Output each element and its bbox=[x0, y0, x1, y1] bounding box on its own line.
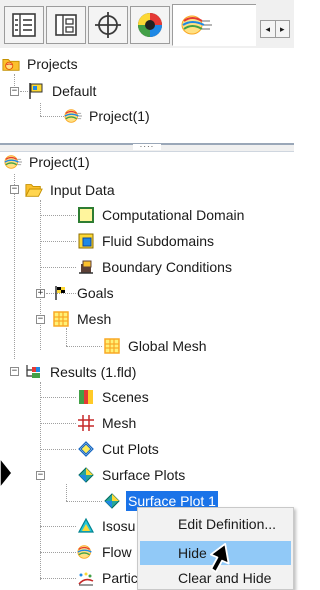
isosurface-icon bbox=[77, 517, 95, 535]
projects-tree: Projects − Default Project(1) bbox=[0, 48, 294, 143]
arrow-cursor-icon bbox=[0, 456, 13, 490]
tree-label: Default bbox=[52, 83, 97, 99]
tree-node-default[interactable]: Default bbox=[27, 79, 98, 103]
tree-label: Global Mesh bbox=[128, 338, 207, 354]
tree-label: Mesh bbox=[77, 311, 112, 327]
tree-node-project-root[interactable]: Project(1) bbox=[4, 150, 92, 174]
tree-node-results-mesh[interactable]: Mesh bbox=[77, 411, 138, 435]
tree-label: Input Data bbox=[50, 182, 115, 198]
tree-label: Boundary Conditions bbox=[102, 259, 232, 275]
tab-scroll-buttons: ◂ ▸ bbox=[260, 20, 290, 38]
tree-node-input-data[interactable]: Input Data bbox=[25, 178, 117, 202]
configuration-flag-icon bbox=[27, 82, 45, 100]
tree-node-computational-domain[interactable]: Computational Domain bbox=[77, 203, 246, 227]
collapse-toggle[interactable]: − bbox=[36, 471, 45, 480]
tree-node-scenes[interactable]: Scenes bbox=[77, 385, 151, 409]
splitter-grip[interactable]: ···· bbox=[133, 143, 161, 151]
tree-label: Mesh bbox=[102, 415, 137, 431]
boundary-conditions-icon bbox=[77, 258, 95, 276]
scenes-icon bbox=[77, 388, 95, 406]
tree-label: Scenes bbox=[102, 389, 149, 405]
goals-flag-icon bbox=[52, 284, 70, 302]
tree-node-cut-plots[interactable]: Cut Plots bbox=[77, 437, 161, 461]
flow-simulation-tab[interactable] bbox=[172, 4, 256, 46]
cut-plot-icon bbox=[77, 440, 95, 458]
configuration-manager-tab[interactable] bbox=[88, 6, 128, 44]
tree-label: Cut Plots bbox=[102, 441, 159, 457]
tree-label: Projects bbox=[27, 56, 78, 72]
scroll-right-button[interactable]: ▸ bbox=[274, 21, 290, 37]
computational-domain-icon bbox=[77, 206, 95, 224]
global-mesh-icon bbox=[103, 337, 121, 355]
configuration-manager-icon bbox=[95, 12, 121, 38]
tree-node-surface-plots[interactable]: Surface Plots bbox=[77, 463, 187, 487]
flow-project-icon bbox=[64, 107, 82, 125]
particle-study-icon bbox=[77, 569, 95, 587]
mouse-pointer-icon bbox=[209, 542, 230, 573]
collapse-toggle[interactable]: − bbox=[10, 367, 19, 376]
tree-node-project[interactable]: Project(1) bbox=[64, 104, 152, 128]
tree-node-mesh[interactable]: Mesh bbox=[52, 307, 113, 331]
tree-label: Computational Domain bbox=[102, 207, 245, 223]
fluid-subdomain-icon bbox=[77, 232, 95, 250]
tree-label: Project(1) bbox=[29, 154, 90, 170]
tree-label: Project(1) bbox=[89, 108, 150, 124]
tree-label: Isosu bbox=[102, 518, 136, 534]
appearance-icon bbox=[138, 13, 162, 37]
projects-folder-icon bbox=[2, 55, 20, 73]
tree-label: Goals bbox=[77, 285, 114, 301]
surface-plot-icon bbox=[103, 492, 121, 510]
scroll-left-button[interactable]: ◂ bbox=[261, 21, 275, 37]
tree-node-fluid-subdomains[interactable]: Fluid Subdomains bbox=[77, 229, 216, 253]
feature-tree-icon bbox=[12, 13, 36, 37]
surface-plot-icon bbox=[77, 466, 95, 484]
appearance-tab[interactable] bbox=[130, 6, 170, 44]
tree-label: Flow bbox=[102, 544, 132, 560]
collapse-toggle[interactable]: − bbox=[10, 87, 19, 96]
tree-node-boundary-conditions[interactable]: Boundary Conditions bbox=[77, 255, 234, 279]
collapse-toggle[interactable]: − bbox=[36, 315, 45, 324]
tree-node-projects[interactable]: Projects bbox=[2, 52, 80, 76]
tree-label: Surface Plots bbox=[102, 467, 186, 483]
mesh-icon bbox=[52, 310, 70, 328]
flow-simulation-icon bbox=[181, 15, 212, 35]
open-folder-icon bbox=[25, 181, 43, 199]
tree-node-particle-studies[interactable]: Partic bbox=[77, 566, 140, 590]
flow-trajectories-icon bbox=[77, 543, 95, 561]
tree-label: Partic bbox=[102, 570, 138, 586]
menu-item-edit-definition[interactable]: Edit Definition... bbox=[140, 512, 291, 536]
tree-node-results[interactable]: Results (1.fld) bbox=[25, 360, 138, 384]
feature-tree-tab[interactable] bbox=[4, 6, 44, 44]
expand-toggle[interactable]: + bbox=[36, 289, 45, 298]
tree-label: Fluid Subdomains bbox=[102, 233, 215, 249]
property-manager-icon bbox=[55, 14, 77, 36]
tree-node-isosurfaces[interactable]: Isosu bbox=[77, 514, 137, 538]
flow-project-icon bbox=[4, 153, 22, 171]
tree-node-global-mesh[interactable]: Global Mesh bbox=[103, 334, 209, 358]
results-mesh-icon bbox=[77, 414, 95, 432]
property-manager-tab[interactable] bbox=[46, 6, 86, 44]
collapse-toggle[interactable]: − bbox=[10, 185, 19, 194]
panel-tab-strip: ◂ ▸ bbox=[0, 0, 294, 48]
tree-label: Results (1.fld) bbox=[50, 364, 137, 380]
tree-node-goals[interactable]: Goals bbox=[52, 281, 116, 305]
results-icon bbox=[25, 363, 43, 381]
tree-node-flow-trajectories[interactable]: Flow bbox=[77, 540, 134, 564]
